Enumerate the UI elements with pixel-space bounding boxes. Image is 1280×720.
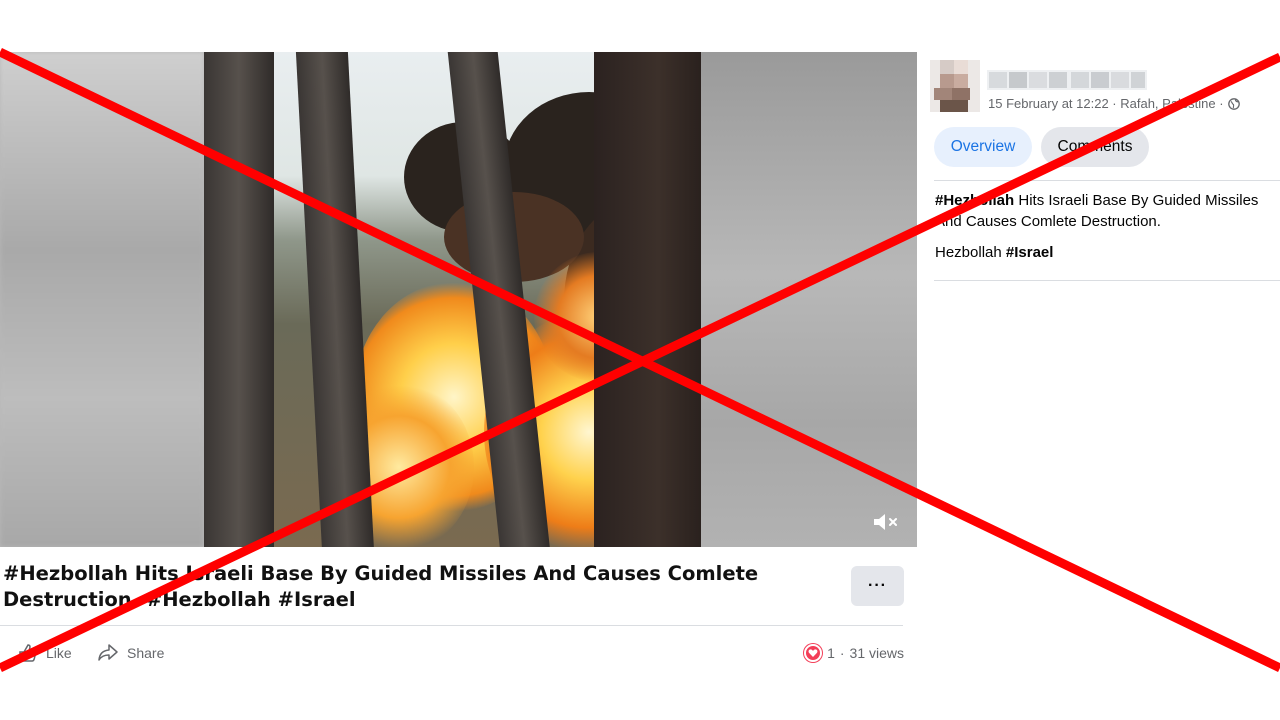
tab-overview[interactable]: Overview — [934, 127, 1032, 167]
like-icon — [19, 644, 37, 662]
mute-icon[interactable] — [871, 511, 899, 533]
tab-overview-label: Overview — [950, 138, 1016, 155]
tab-comments-label: Comments — [1057, 138, 1133, 155]
author-name-blurred[interactable] — [987, 68, 1147, 92]
view-count: 31 views — [849, 645, 904, 661]
video-frame — [204, 52, 701, 547]
share-icon — [98, 644, 118, 661]
stats-separator: · — [839, 645, 845, 661]
share-button[interactable]: Share — [97, 638, 164, 668]
post-stats[interactable]: 1 · 31 views — [804, 638, 904, 668]
post-text: #Hezbollah Hits Israeli Base By Guided M… — [935, 190, 1280, 232]
post-meta-text: 15 February at 12:22 · Rafah, Palestine … — [988, 96, 1224, 111]
heart-reaction-icon — [804, 644, 823, 662]
video-player[interactable] — [0, 52, 917, 547]
divider — [0, 625, 903, 626]
like-label: Like — [46, 645, 72, 661]
more-icon: ··· — [868, 577, 887, 594]
share-label: Share — [127, 645, 165, 661]
globe-icon — [1227, 97, 1240, 110]
post-text-line2: Hezbollah #Israel — [935, 242, 1053, 263]
video-blur-right — [701, 52, 917, 547]
tab-comments[interactable]: Comments — [1041, 127, 1149, 167]
divider — [934, 180, 1280, 181]
avatar[interactable] — [930, 60, 980, 112]
like-button[interactable]: Like — [18, 638, 72, 668]
action-bar: Like Share 1 · 31 views — [0, 638, 910, 668]
video-caption: #Hezbollah Hits Israeli Base By Guided M… — [3, 562, 759, 611]
hashtag-link[interactable]: #Israel — [1006, 244, 1054, 261]
post-meta: 15 February at 12:22 · Rafah, Palestine … — [988, 96, 1240, 111]
facebook-video-post: #Hezbollah Hits Israeli Base By Guided M… — [0, 0, 1280, 720]
divider — [934, 280, 1280, 281]
post-text-plain: Hezbollah — [935, 244, 1006, 261]
hashtag-link[interactable]: #Hezbollah — [935, 192, 1014, 209]
reaction-count: 1 — [827, 645, 835, 661]
video-blur-left — [0, 52, 204, 547]
more-button[interactable]: ··· — [851, 566, 904, 606]
